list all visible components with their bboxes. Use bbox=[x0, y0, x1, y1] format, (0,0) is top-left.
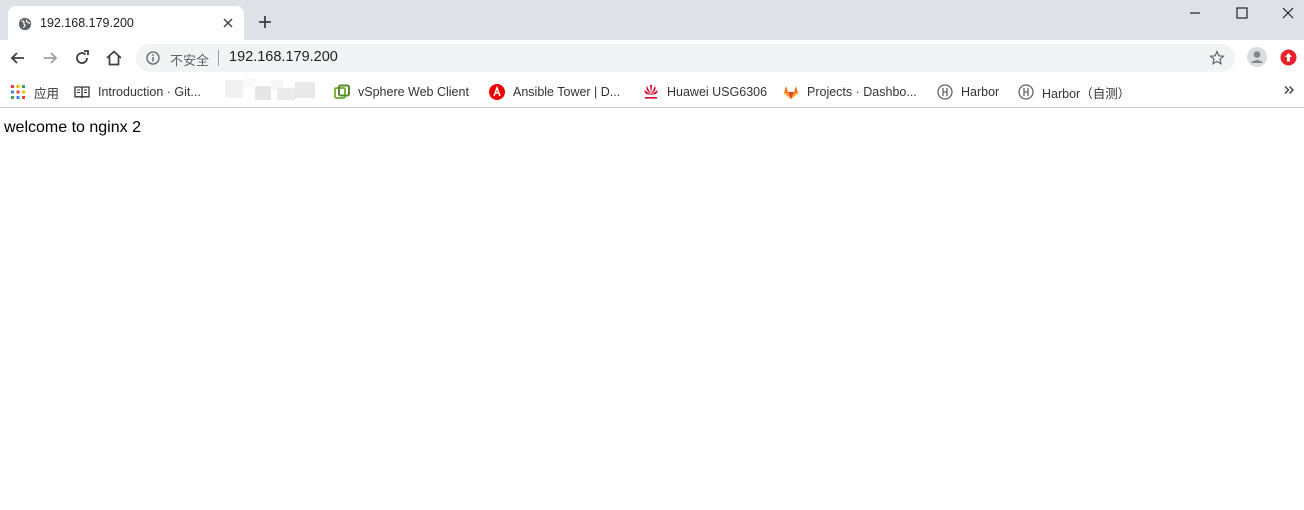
minimize-icon[interactable] bbox=[1186, 4, 1204, 22]
gitlab-icon bbox=[784, 86, 798, 99]
avatar-icon[interactable] bbox=[1246, 46, 1268, 68]
bookmark-label: Ansible Tower | D... bbox=[513, 85, 621, 99]
bookmark-label: Introduction · Git... bbox=[98, 85, 201, 99]
url-text[interactable]: 192.168.179.200 bbox=[229, 49, 338, 65]
extension-red-icon[interactable] bbox=[1280, 49, 1297, 66]
bookmarks-bar: 应用 Introduction · Git... vSphere Web Cli… bbox=[0, 76, 1304, 108]
apps-grid-icon bbox=[11, 85, 25, 99]
chevron-double-right-icon[interactable] bbox=[1282, 83, 1296, 97]
omnibox-divider bbox=[218, 50, 219, 66]
maximize-icon[interactable] bbox=[1233, 4, 1251, 22]
tab-close-icon[interactable] bbox=[220, 15, 236, 31]
page-text: welcome to nginx 2 bbox=[4, 119, 141, 136]
huawei-icon bbox=[644, 84, 658, 99]
bookmark-label: Harbor（自测） bbox=[1042, 86, 1131, 101]
harbor-icon bbox=[937, 84, 953, 100]
window-close-icon[interactable] bbox=[1279, 4, 1297, 22]
back-icon[interactable] bbox=[8, 48, 28, 68]
plus-icon[interactable] bbox=[256, 13, 274, 31]
tab-strip: 192.168.179.200 bbox=[0, 0, 1304, 40]
browser-toolbar: 不安全 192.168.179.200 bbox=[0, 40, 1304, 76]
info-icon[interactable] bbox=[146, 51, 160, 65]
bookmark-harbor-test[interactable]: Harbor（自测） bbox=[1018, 82, 1130, 102]
bookmark-huawei[interactable]: Huawei USG6306 bbox=[643, 82, 767, 102]
browser-tab[interactable]: 192.168.179.200 bbox=[8, 6, 244, 40]
bookmark-label: Projects · Dashbo... bbox=[807, 85, 917, 99]
bookmark-gitlab[interactable]: Projects · Dashbo... bbox=[783, 82, 917, 102]
bookmark-ansible[interactable]: Ansible Tower | D... bbox=[489, 82, 620, 102]
forward-icon[interactable] bbox=[40, 48, 60, 68]
security-label[interactable]: 不安全 bbox=[170, 50, 209, 69]
bookmark-harbor[interactable]: Harbor bbox=[937, 82, 999, 102]
page-content: welcome to nginx 2 bbox=[0, 109, 1304, 510]
book-icon bbox=[74, 86, 90, 99]
tab-title: 192.168.179.200 bbox=[40, 16, 134, 30]
ansible-icon bbox=[489, 84, 505, 100]
globe-icon bbox=[18, 17, 32, 31]
reload-icon[interactable] bbox=[72, 48, 92, 68]
bookmark-label: Harbor bbox=[961, 85, 1000, 99]
redacted-bookmark[interactable] bbox=[225, 78, 317, 102]
star-icon[interactable] bbox=[1209, 50, 1225, 66]
address-bar[interactable]: 不安全 192.168.179.200 bbox=[136, 44, 1235, 72]
bookmark-label: Huawei USG6306 bbox=[667, 85, 768, 99]
vsphere-icon bbox=[334, 84, 350, 99]
bookmark-apps[interactable]: 应用 bbox=[10, 82, 59, 102]
harbor-icon bbox=[1018, 84, 1034, 100]
bookmark-vsphere[interactable]: vSphere Web Client bbox=[334, 82, 469, 102]
home-icon[interactable] bbox=[104, 48, 124, 68]
bookmark-label: vSphere Web Client bbox=[358, 85, 469, 99]
bookmark-introduction[interactable]: Introduction · Git... bbox=[74, 82, 201, 102]
bookmark-label: 应用 bbox=[34, 86, 60, 101]
